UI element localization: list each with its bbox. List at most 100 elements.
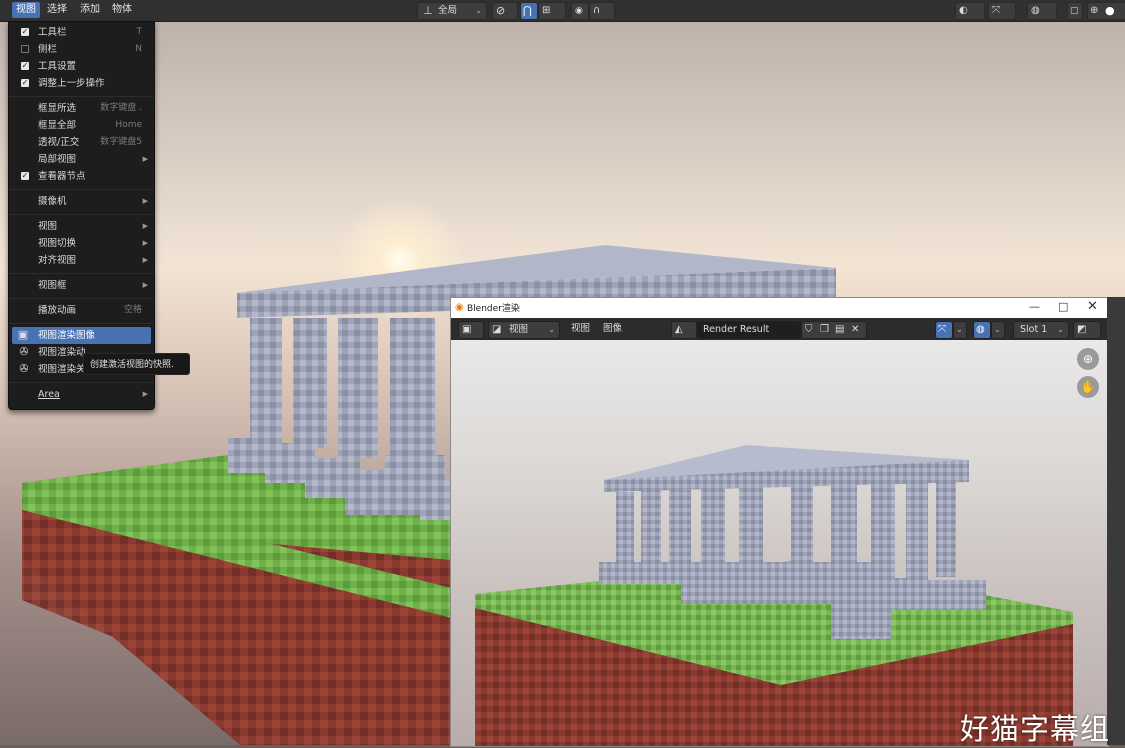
image-name-field[interactable]: Render Result [697, 321, 801, 339]
checkbox-unchecked[interactable] [21, 45, 29, 53]
display-channels-dropdown[interactable]: ◩ [1073, 321, 1101, 339]
duplicate-icon[interactable]: ❐ [820, 322, 829, 338]
menu-add[interactable]: 添加 [76, 2, 104, 18]
checkbox-checked[interactable]: ✓ [21, 172, 29, 180]
falloff-icon: ∩ [593, 5, 601, 16]
chevron-down-icon: ⌄ [475, 6, 482, 15]
menu-item-label: 查看器节点 [38, 171, 86, 182]
chevron-down-icon: ⌄ [1057, 325, 1064, 334]
folder-icon[interactable]: ▤ [835, 322, 844, 338]
image-browse-dropdown[interactable]: ◭ [671, 321, 697, 339]
overlays-icon: ◍ [1031, 5, 1040, 16]
menu-item-label: 工具设置 [38, 61, 77, 72]
unlink-x-icon[interactable]: ✕ [851, 322, 859, 338]
checkbox-checked[interactable]: ✓ [21, 28, 29, 36]
orientation-icon: ⊥ [423, 4, 433, 17]
menu-view[interactable]: 视图 [571, 321, 590, 337]
checkbox-checked[interactable]: ✓ [21, 79, 29, 87]
menu-item-label: 视图渲染关 [38, 364, 86, 375]
view-menu-dropdown: ✓ 工具栏 T 侧栏 N ✓ 工具设置 ✓ 调整上一步操作 框显所选 数字键盘 … [8, 21, 155, 410]
menu-item-frame-selected[interactable]: 框显所选 数字键盘 . [9, 100, 154, 117]
menu-item-label: 播放动画 [38, 305, 77, 316]
editor-type-dropdown[interactable]: ▣ [458, 321, 484, 339]
menu-item-navigation[interactable]: 视图切换 ▶ [9, 235, 154, 252]
background-editor-strip [1107, 297, 1125, 745]
menu-item-adjust-last-operation[interactable]: ✓ 调整上一步操作 [9, 75, 154, 92]
shading-mode-buttons[interactable]: ⊕ ● [1087, 2, 1125, 20]
snap-increment-icon: ⊞ [542, 5, 551, 16]
menu-item-area[interactable]: Area ▶ [9, 386, 154, 403]
menu-item-tool-settings[interactable]: ✓ 工具设置 [9, 58, 154, 75]
menu-item-view-regions[interactable]: 视图框 ▶ [9, 277, 154, 294]
menu-item-label: 透视/正交 [38, 137, 80, 148]
menu-separator [9, 323, 154, 324]
overlays-dropdown[interactable]: ◍ [1027, 2, 1057, 20]
view-mode-icon: ◪ [492, 324, 502, 335]
menu-item-view[interactable]: 视图 ▶ [9, 218, 154, 235]
menu-item-toolbar[interactable]: ✓ 工具栏 T [9, 24, 154, 41]
menu-item-play-animation[interactable]: 播放动画 空格 [9, 302, 154, 319]
view-mode-label: 视图 [509, 324, 529, 335]
image-name-text: Render Result [703, 324, 770, 335]
submenu-arrow-icon: ▶ [142, 155, 148, 163]
falloff-dropdown[interactable]: ∩ [589, 2, 615, 20]
zoom-icon[interactable]: ⊕ [1077, 348, 1099, 370]
gizmo-dropdown[interactable]: ⌄ [953, 321, 967, 339]
menu-item-local-view[interactable]: 局部视图 ▶ [9, 151, 154, 168]
submenu-arrow-icon: ▶ [142, 239, 148, 247]
overlays-toggle[interactable]: ◍ [973, 321, 991, 339]
image-datablock-buttons[interactable]: ⛉ ❐ ▤ ✕ [801, 321, 867, 339]
minimize-button[interactable]: — [1029, 300, 1040, 313]
render-image-icon: ▣ [17, 328, 29, 341]
visibility-dropdown[interactable]: ◐ [955, 2, 985, 20]
gizmo-dropdown[interactable]: ⤧ [988, 2, 1016, 20]
wireframe-shading-icon: ⊕ [1090, 5, 1099, 16]
xray-toggle[interactable]: ▢ [1067, 2, 1083, 20]
menu-item-label: 工具栏 [38, 27, 67, 38]
menu-item-viewer-node[interactable]: ✓ 查看器节点 [9, 168, 154, 185]
menu-item-align-view[interactable]: 对齐视图 ▶ [9, 252, 154, 269]
menu-view[interactable]: 视图 [12, 2, 40, 18]
menu-item-sidebar[interactable]: 侧栏 N [9, 41, 154, 58]
snap-target-dropdown[interactable]: ⊞ [538, 2, 566, 20]
view-mode-dropdown[interactable]: ◪ 视图 ⌄ [488, 321, 560, 339]
maximize-button[interactable]: □ [1058, 300, 1068, 313]
shortcut-label: 空格 [123, 305, 142, 315]
overlays-dropdown[interactable]: ⌄ [991, 321, 1005, 339]
pivot-point-dropdown[interactable]: ⊘ [492, 2, 518, 20]
checkbox-checked[interactable]: ✓ [21, 62, 29, 70]
render-window-titlebar: ◉ Blender渲染 — □ ✕ [451, 298, 1108, 318]
menu-item-label: 调整上一步操作 [38, 78, 105, 89]
menu-item-viewport-render-image[interactable]: ▣ 视图渲染图像 [12, 327, 151, 344]
snap-toggle[interactable]: ⋂ [520, 2, 538, 20]
xray-icon: ▢ [1070, 6, 1079, 16]
menu-separator [9, 189, 154, 190]
pan-hand-icon[interactable]: ✋ [1077, 376, 1099, 398]
tooltip: 创建激活视图的快照. [83, 353, 190, 375]
render-result-canvas[interactable]: ⊕ ✋ [451, 340, 1108, 746]
menu-separator [9, 382, 154, 383]
menu-object[interactable]: 物体 [108, 2, 136, 18]
submenu-arrow-icon: ▶ [142, 197, 148, 205]
render-window-toolbar: ▣ ◪ 视图 ⌄ 视图 图像 ◭ Render Result ⛉ ❐ ▤ ✕ ⤧… [451, 318, 1108, 340]
menu-item-perspective-ortho[interactable]: 透视/正交 数字键盘5 [9, 134, 154, 151]
gizmo-toggle[interactable]: ⤧ [935, 321, 953, 339]
transform-orientation-dropdown[interactable]: ⊥ 全局 ⌄ [417, 2, 487, 20]
image-editor-icon: ▣ [462, 324, 472, 335]
gizmo-icon: ⤧ [992, 5, 1000, 16]
shortcut-label: 数字键盘5 [100, 137, 142, 147]
menu-image[interactable]: 图像 [603, 321, 622, 337]
chevron-down-icon: ⌄ [994, 325, 1001, 334]
menu-item-camera[interactable]: 摄像机 ▶ [9, 193, 154, 210]
fake-user-shield-icon[interactable]: ⛉ [805, 322, 813, 338]
menu-item-frame-all[interactable]: 框显全部 Home [9, 117, 154, 134]
render-window: ◉ Blender渲染 — □ ✕ ▣ ◪ 视图 ⌄ 视图 图像 ◭ Rende… [450, 297, 1109, 747]
submenu-arrow-icon: ▶ [142, 281, 148, 289]
overlays-icon: ◍ [976, 324, 985, 335]
menu-item-label: 视图渲染图像 [38, 330, 96, 341]
close-button[interactable]: ✕ [1087, 299, 1098, 314]
chevron-down-icon: ⌄ [548, 325, 555, 334]
proportional-edit-toggle[interactable]: ◉ [571, 2, 589, 20]
render-slot-dropdown[interactable]: Slot 1 ⌄ [1013, 321, 1069, 339]
menu-select[interactable]: 选择 [43, 2, 71, 18]
